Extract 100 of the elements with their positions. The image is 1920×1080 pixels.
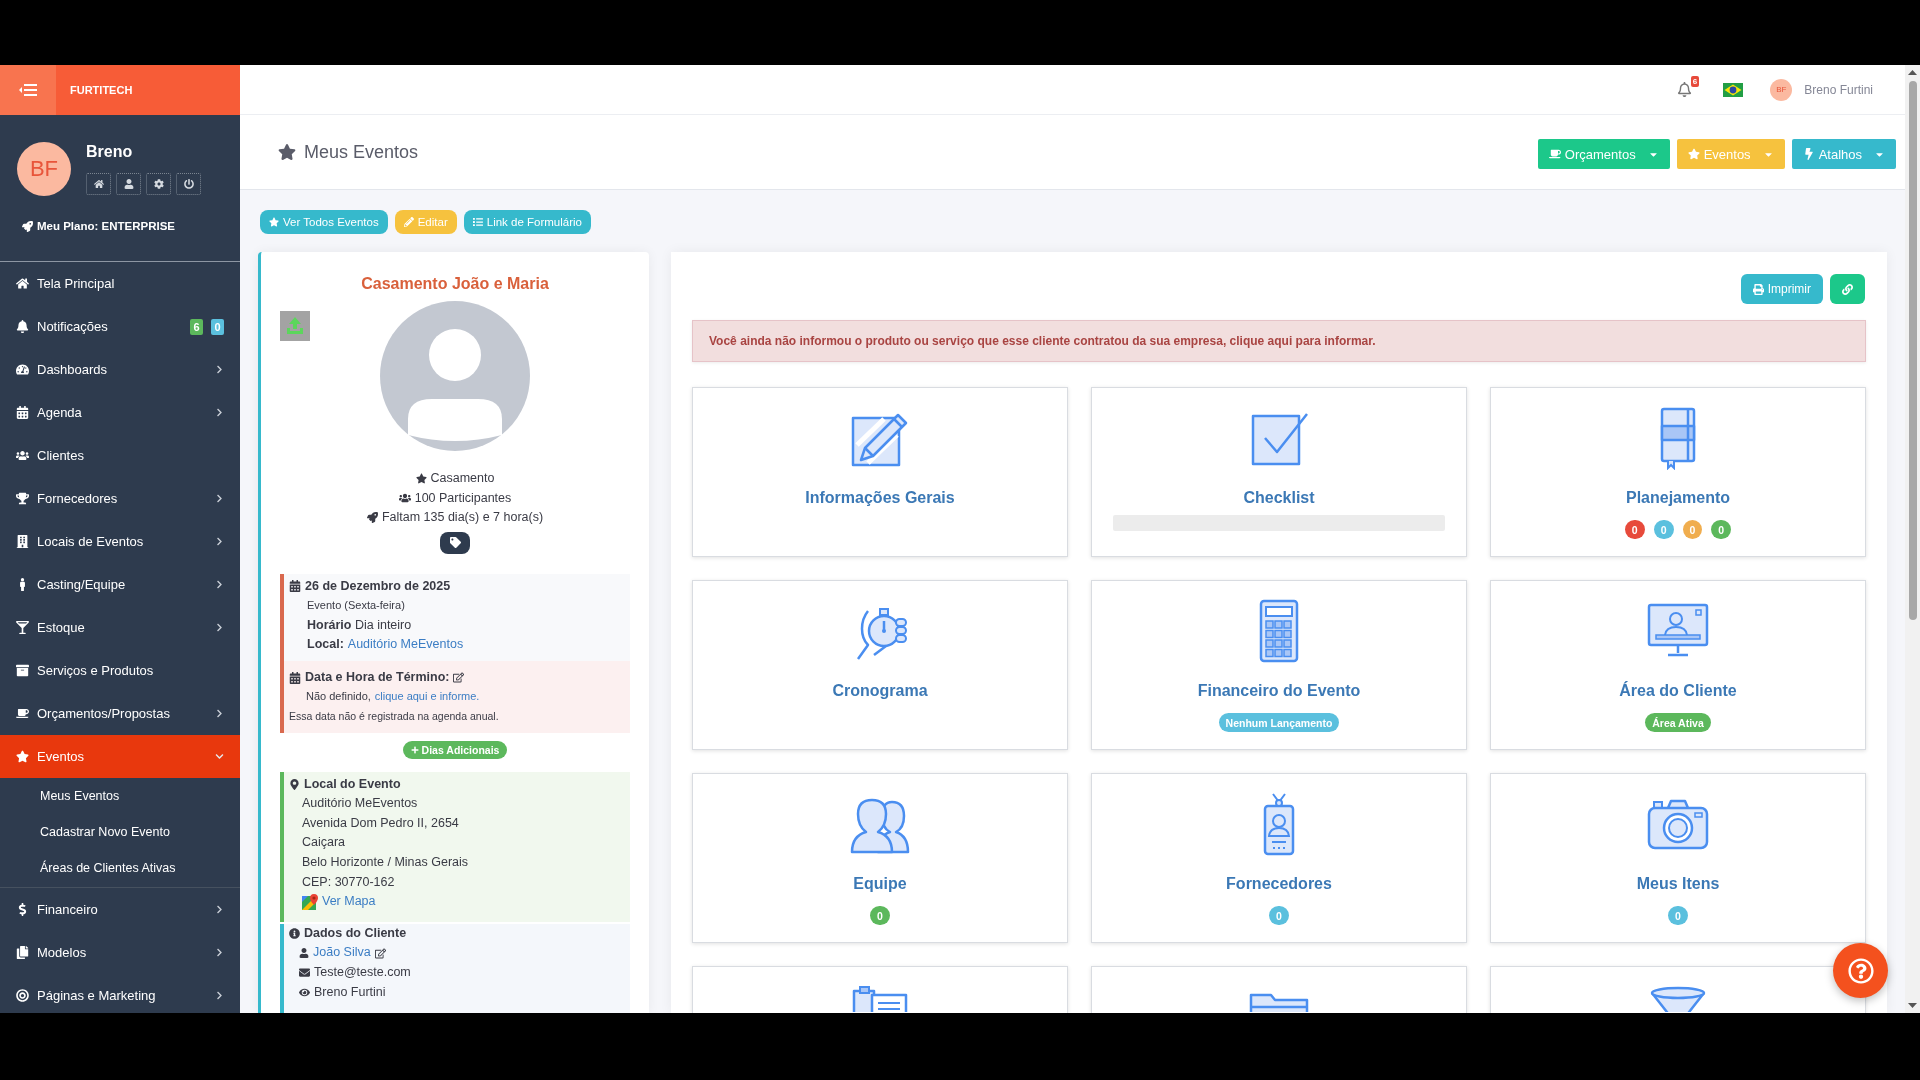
power-icon xyxy=(183,179,194,189)
count-badge: 0 xyxy=(1269,906,1289,925)
edit-icon[interactable] xyxy=(374,947,386,959)
home-icon xyxy=(16,277,29,290)
menu-toggle-button[interactable] xyxy=(0,65,56,115)
submenu-item[interactable]: Áreas de Clientes Ativas xyxy=(0,850,240,886)
sidebar-item[interactable]: Eventos xyxy=(0,735,240,778)
address-line: Caiçara xyxy=(302,834,346,852)
client-name-link[interactable]: João Silva xyxy=(313,943,371,963)
alert-message[interactable]: Você ainda não informou o produto ou serviço que esse cliente contratou da sua empresa, clique aqui para informar. xyxy=(692,320,1866,362)
star-icon xyxy=(415,473,427,485)
place-link[interactable]: Auditório MeEventos xyxy=(347,635,464,655)
card-title: Checklist xyxy=(1243,488,1315,508)
sidebar-item[interactable]: Fornecedores xyxy=(0,477,240,520)
count-badge: 0 xyxy=(211,318,224,335)
map-link[interactable]: Ver Mapa xyxy=(322,892,376,912)
bolt-icon xyxy=(1802,148,1815,160)
card-title: Cronograma xyxy=(832,681,928,701)
star-icon xyxy=(278,143,296,161)
calendar-icon xyxy=(289,580,301,593)
action-button[interactable]: Ver Todos Eventos xyxy=(260,210,388,234)
count-badge: 0 xyxy=(1653,520,1674,539)
sidebar-item[interactable]: Dashboards xyxy=(0,348,240,391)
count-badge: 0 xyxy=(1668,906,1688,925)
info-icon xyxy=(289,928,300,940)
sidebar-item[interactable]: Notificações 6 0 xyxy=(0,305,240,348)
brand-name: FURTITECH xyxy=(70,84,133,96)
event-date: 26 de Dezembro de 2025 xyxy=(305,577,451,595)
location-heading: Local do Evento xyxy=(304,775,401,793)
action-button[interactable]: Link de Formulário xyxy=(463,210,591,234)
sidebar-item[interactable]: Orçamentos/Propostas xyxy=(0,692,240,735)
end-date-link[interactable]: clique aqui e informe. xyxy=(374,687,480,708)
dropdown-button[interactable]: Atalhos xyxy=(1791,139,1896,169)
scrollbar-thumb[interactable] xyxy=(1908,81,1917,620)
archive-icon xyxy=(16,664,29,677)
cup-icon xyxy=(1548,148,1561,160)
rocket-icon xyxy=(366,512,378,524)
notification-badge: 6 xyxy=(1690,76,1700,87)
address-line: Avenida Dom Pedro II, 2654 xyxy=(302,814,459,832)
submenu-item[interactable]: Meus Eventos xyxy=(0,778,240,814)
list-icon xyxy=(472,217,483,227)
tag-button[interactable] xyxy=(440,531,470,554)
module-card[interactable] xyxy=(1490,966,1866,1013)
module-card[interactable]: Cronograma xyxy=(692,580,1068,750)
module-card[interactable]: Checklist xyxy=(1091,387,1467,557)
address-line: Belo Horizonte / Minas Gerais xyxy=(302,854,469,872)
participants-count: 100 Participantes xyxy=(414,489,512,507)
edit-icon[interactable] xyxy=(453,672,465,684)
count-badge: 0 xyxy=(870,906,890,925)
count-badge: 0 xyxy=(1711,520,1732,539)
countdown-text: Faltam 135 dia(s) e 7 hora(s) xyxy=(381,509,544,526)
module-card[interactable]: Planejamento 0 0 0 0 xyxy=(1490,387,1866,557)
link-icon xyxy=(1842,283,1853,295)
user-icon xyxy=(123,179,134,189)
settings-icon xyxy=(153,179,164,189)
user-icon xyxy=(299,948,309,959)
printer-icon xyxy=(1752,283,1764,295)
page-title: Meus Eventos xyxy=(304,141,419,163)
upload-icon xyxy=(285,316,305,336)
module-card[interactable]: Fornecedores 0 xyxy=(1091,773,1467,943)
user-name: Breno xyxy=(86,142,134,162)
user-name[interactable]: Breno Furtini xyxy=(1804,82,1873,97)
module-card[interactable]: Informações Gerais xyxy=(692,387,1068,557)
card-title: Área do Cliente xyxy=(1619,681,1737,701)
sidebar-item[interactable]: Estoque xyxy=(0,606,240,649)
help-icon xyxy=(1847,957,1874,984)
bell-icon[interactable] xyxy=(1677,82,1693,97)
sidebar-item[interactable]: Locais de Eventos xyxy=(0,520,240,563)
client-email: Teste@teste.com xyxy=(314,964,411,981)
sidebar-item[interactable]: Clientes xyxy=(0,434,240,477)
count-badge: 0 xyxy=(1682,520,1703,539)
star-icon xyxy=(269,217,279,227)
sidebar-item[interactable]: Modelos xyxy=(0,931,240,974)
weekday-text: Evento (Sexta-feira) xyxy=(307,598,405,614)
card-title: Fornecedores xyxy=(1226,874,1332,894)
print-button[interactable]: Imprimir xyxy=(1740,274,1823,304)
scrollbar[interactable] xyxy=(1905,65,1920,1013)
module-card[interactable]: Equipe 0 xyxy=(692,773,1068,943)
flag-icon[interactable] xyxy=(1723,82,1744,97)
sidebar-item[interactable]: Tela Principal xyxy=(0,262,240,305)
extra-days-button[interactable]: Dias Adicionais xyxy=(402,740,508,759)
copy-icon xyxy=(16,946,29,959)
end-date-status: Não definido, xyxy=(306,689,371,705)
module-card[interactable]: Área do Cliente Área Ativa xyxy=(1490,580,1866,750)
sidebar-item[interactable]: Casting/Equipe xyxy=(0,563,240,606)
gauge-icon xyxy=(16,363,29,376)
sidebar-item[interactable]: Páginas e Marketing xyxy=(0,974,240,1013)
card-title: Financeiro do Evento xyxy=(1197,681,1361,701)
sidebar-item[interactable]: Agenda xyxy=(0,391,240,434)
eye-icon xyxy=(299,986,310,998)
place-label: Local: xyxy=(307,636,344,654)
sidebar-item[interactable]: Financeiro xyxy=(0,888,240,931)
sidebar-item[interactable]: Serviços e Produtos xyxy=(0,649,240,692)
responsible-name: Breno Furtini xyxy=(314,983,386,1001)
submenu-item[interactable]: Cadastrar Novo Evento xyxy=(0,814,240,850)
count-badge: Área Ativa xyxy=(1645,713,1711,732)
users-icon xyxy=(398,492,411,505)
module-card[interactable]: Meus Itens 0 xyxy=(1490,773,1866,943)
address-line: CEP: 30770-162 xyxy=(302,873,395,891)
module-card[interactable]: Financeiro do Evento Nenhum Lançamento xyxy=(1091,580,1467,750)
